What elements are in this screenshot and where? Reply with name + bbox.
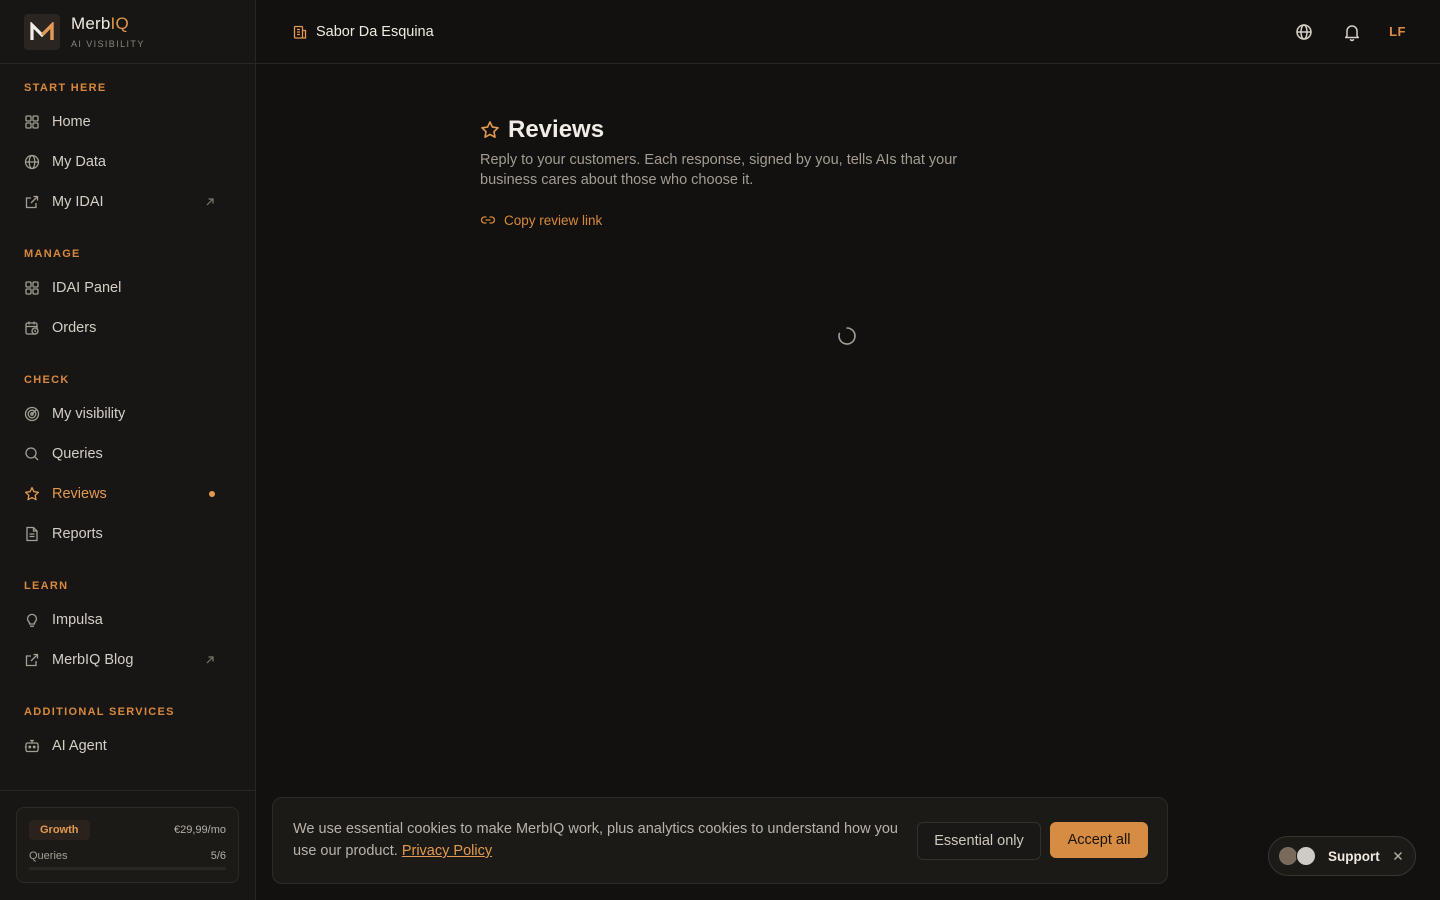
sidebar-item-label: Queries bbox=[52, 446, 103, 462]
section-title-manage: MANAGE bbox=[24, 248, 81, 260]
arrow-up-right-icon bbox=[206, 656, 214, 664]
sidebar-item-label: My IDAI bbox=[52, 194, 104, 210]
external-link-icon bbox=[25, 195, 39, 209]
brand[interactable]: MerbIQ AI VISIBILITY bbox=[0, 0, 255, 64]
business-name: Sabor Da Esquina bbox=[316, 24, 434, 40]
business-selector[interactable]: Sabor Da Esquina bbox=[292, 24, 434, 40]
sidebar-item-my-idai[interactable]: My IDAI bbox=[16, 182, 239, 222]
sidebar-item-label: My visibility bbox=[52, 406, 126, 422]
cookie-banner: We use essential cookies to make MerbIQ … bbox=[272, 797, 1168, 884]
arrow-up-right-icon bbox=[206, 198, 214, 206]
sidebar-item-label: Impulsa bbox=[52, 612, 103, 628]
queries-progress-bar bbox=[29, 867, 226, 870]
grid-icon bbox=[25, 281, 39, 295]
sidebar-item-reports[interactable]: Reports bbox=[16, 514, 239, 554]
plan-price: €29,99/mo bbox=[174, 824, 226, 836]
accept-all-button[interactable]: Accept all bbox=[1050, 822, 1148, 858]
brand-subtitle: AI VISIBILITY bbox=[71, 39, 145, 49]
sidebar-nav: START HERE Home My Data My IDAI MANAGE I… bbox=[0, 64, 255, 766]
queries-value: 5/6 bbox=[210, 850, 226, 862]
sidebar-footer: Growth €29,99/mo Queries 5/6 bbox=[0, 790, 255, 900]
sidebar-item-ai-agent[interactable]: AI Agent bbox=[16, 726, 239, 766]
star-icon bbox=[24, 486, 40, 501]
sidebar-item-orders[interactable]: Orders bbox=[16, 308, 239, 348]
sidebar-item-my-visibility[interactable]: My visibility bbox=[16, 394, 239, 434]
page-header: Reviews Reply to your customers. Each re… bbox=[480, 116, 1000, 228]
close-icon[interactable] bbox=[1393, 851, 1403, 861]
search-icon bbox=[25, 447, 39, 461]
sidebar-item-label: MerbIQ Blog bbox=[52, 652, 134, 668]
sidebar-item-queries[interactable]: Queries bbox=[16, 434, 239, 474]
calendar-clock-icon bbox=[25, 321, 39, 335]
document-icon bbox=[26, 526, 38, 542]
plan-badge: Growth bbox=[29, 820, 90, 840]
section-title-start-here: START HERE bbox=[24, 82, 107, 94]
radar-icon bbox=[24, 406, 40, 422]
section-title-learn: LEARN bbox=[24, 580, 69, 592]
plan-card[interactable]: Growth €29,99/mo Queries 5/6 bbox=[16, 807, 239, 883]
sidebar-item-label: IDAI Panel bbox=[52, 280, 122, 296]
brand-name: MerbIQ bbox=[71, 14, 129, 33]
sidebar-item-idai-panel[interactable]: IDAI Panel bbox=[16, 268, 239, 308]
support-agent-avatar bbox=[1278, 846, 1298, 866]
copy-review-link-label: Copy review link bbox=[504, 212, 603, 228]
sidebar-item-impulsa[interactable]: Impulsa bbox=[16, 600, 239, 640]
loading-spinner-icon bbox=[838, 327, 856, 345]
star-icon bbox=[481, 121, 499, 138]
privacy-policy-link[interactable]: Privacy Policy bbox=[402, 843, 492, 859]
sidebar-item-label: Reports bbox=[52, 526, 103, 542]
support-widget[interactable]: Support bbox=[1268, 836, 1416, 876]
sidebar-item-home[interactable]: Home bbox=[16, 102, 239, 142]
support-agent-avatar bbox=[1296, 846, 1316, 866]
grid-icon bbox=[25, 115, 39, 129]
support-label: Support bbox=[1328, 849, 1380, 864]
sidebar-item-my-data[interactable]: My Data bbox=[16, 142, 239, 182]
sidebar-item-label: AI Agent bbox=[52, 738, 107, 754]
page-title-text: Reviews bbox=[508, 116, 605, 143]
sidebar-item-reviews[interactable]: Reviews bbox=[16, 474, 239, 514]
user-avatar[interactable]: LF bbox=[1389, 24, 1406, 39]
sidebar-item-label: My Data bbox=[52, 154, 106, 170]
section-title-check: CHECK bbox=[24, 374, 70, 386]
bell-icon[interactable] bbox=[1342, 22, 1362, 42]
section-title-additional-services: ADDITIONAL SERVICES bbox=[24, 706, 175, 718]
link-icon bbox=[480, 216, 496, 224]
queries-label: Queries bbox=[29, 850, 68, 862]
topbar: Sabor Da Esquina LF bbox=[256, 0, 1440, 64]
cookie-text: We use essential cookies to make MerbIQ … bbox=[293, 821, 898, 859]
copy-review-link-button[interactable]: Copy review link bbox=[480, 212, 1000, 228]
page-title: Reviews bbox=[480, 116, 1000, 144]
sidebar-item-blog[interactable]: MerbIQ Blog bbox=[16, 640, 239, 680]
sidebar-item-label: Home bbox=[52, 114, 91, 130]
essential-only-button[interactable]: Essential only bbox=[917, 822, 1041, 860]
lightbulb-icon bbox=[26, 613, 38, 627]
bot-icon bbox=[24, 739, 40, 753]
building-icon bbox=[293, 25, 307, 39]
globe-icon[interactable] bbox=[1294, 22, 1314, 42]
sidebar-item-label: Orders bbox=[52, 320, 97, 336]
external-link-icon bbox=[25, 653, 39, 667]
notification-dot bbox=[209, 491, 215, 497]
globe-icon bbox=[24, 154, 40, 170]
page-description: Reply to your customers. Each response, … bbox=[480, 152, 958, 188]
sidebar: MerbIQ AI VISIBILITY START HERE Home My … bbox=[0, 0, 256, 900]
sidebar-item-label: Reviews bbox=[52, 486, 107, 502]
merbiq-logo-icon bbox=[24, 13, 60, 50]
